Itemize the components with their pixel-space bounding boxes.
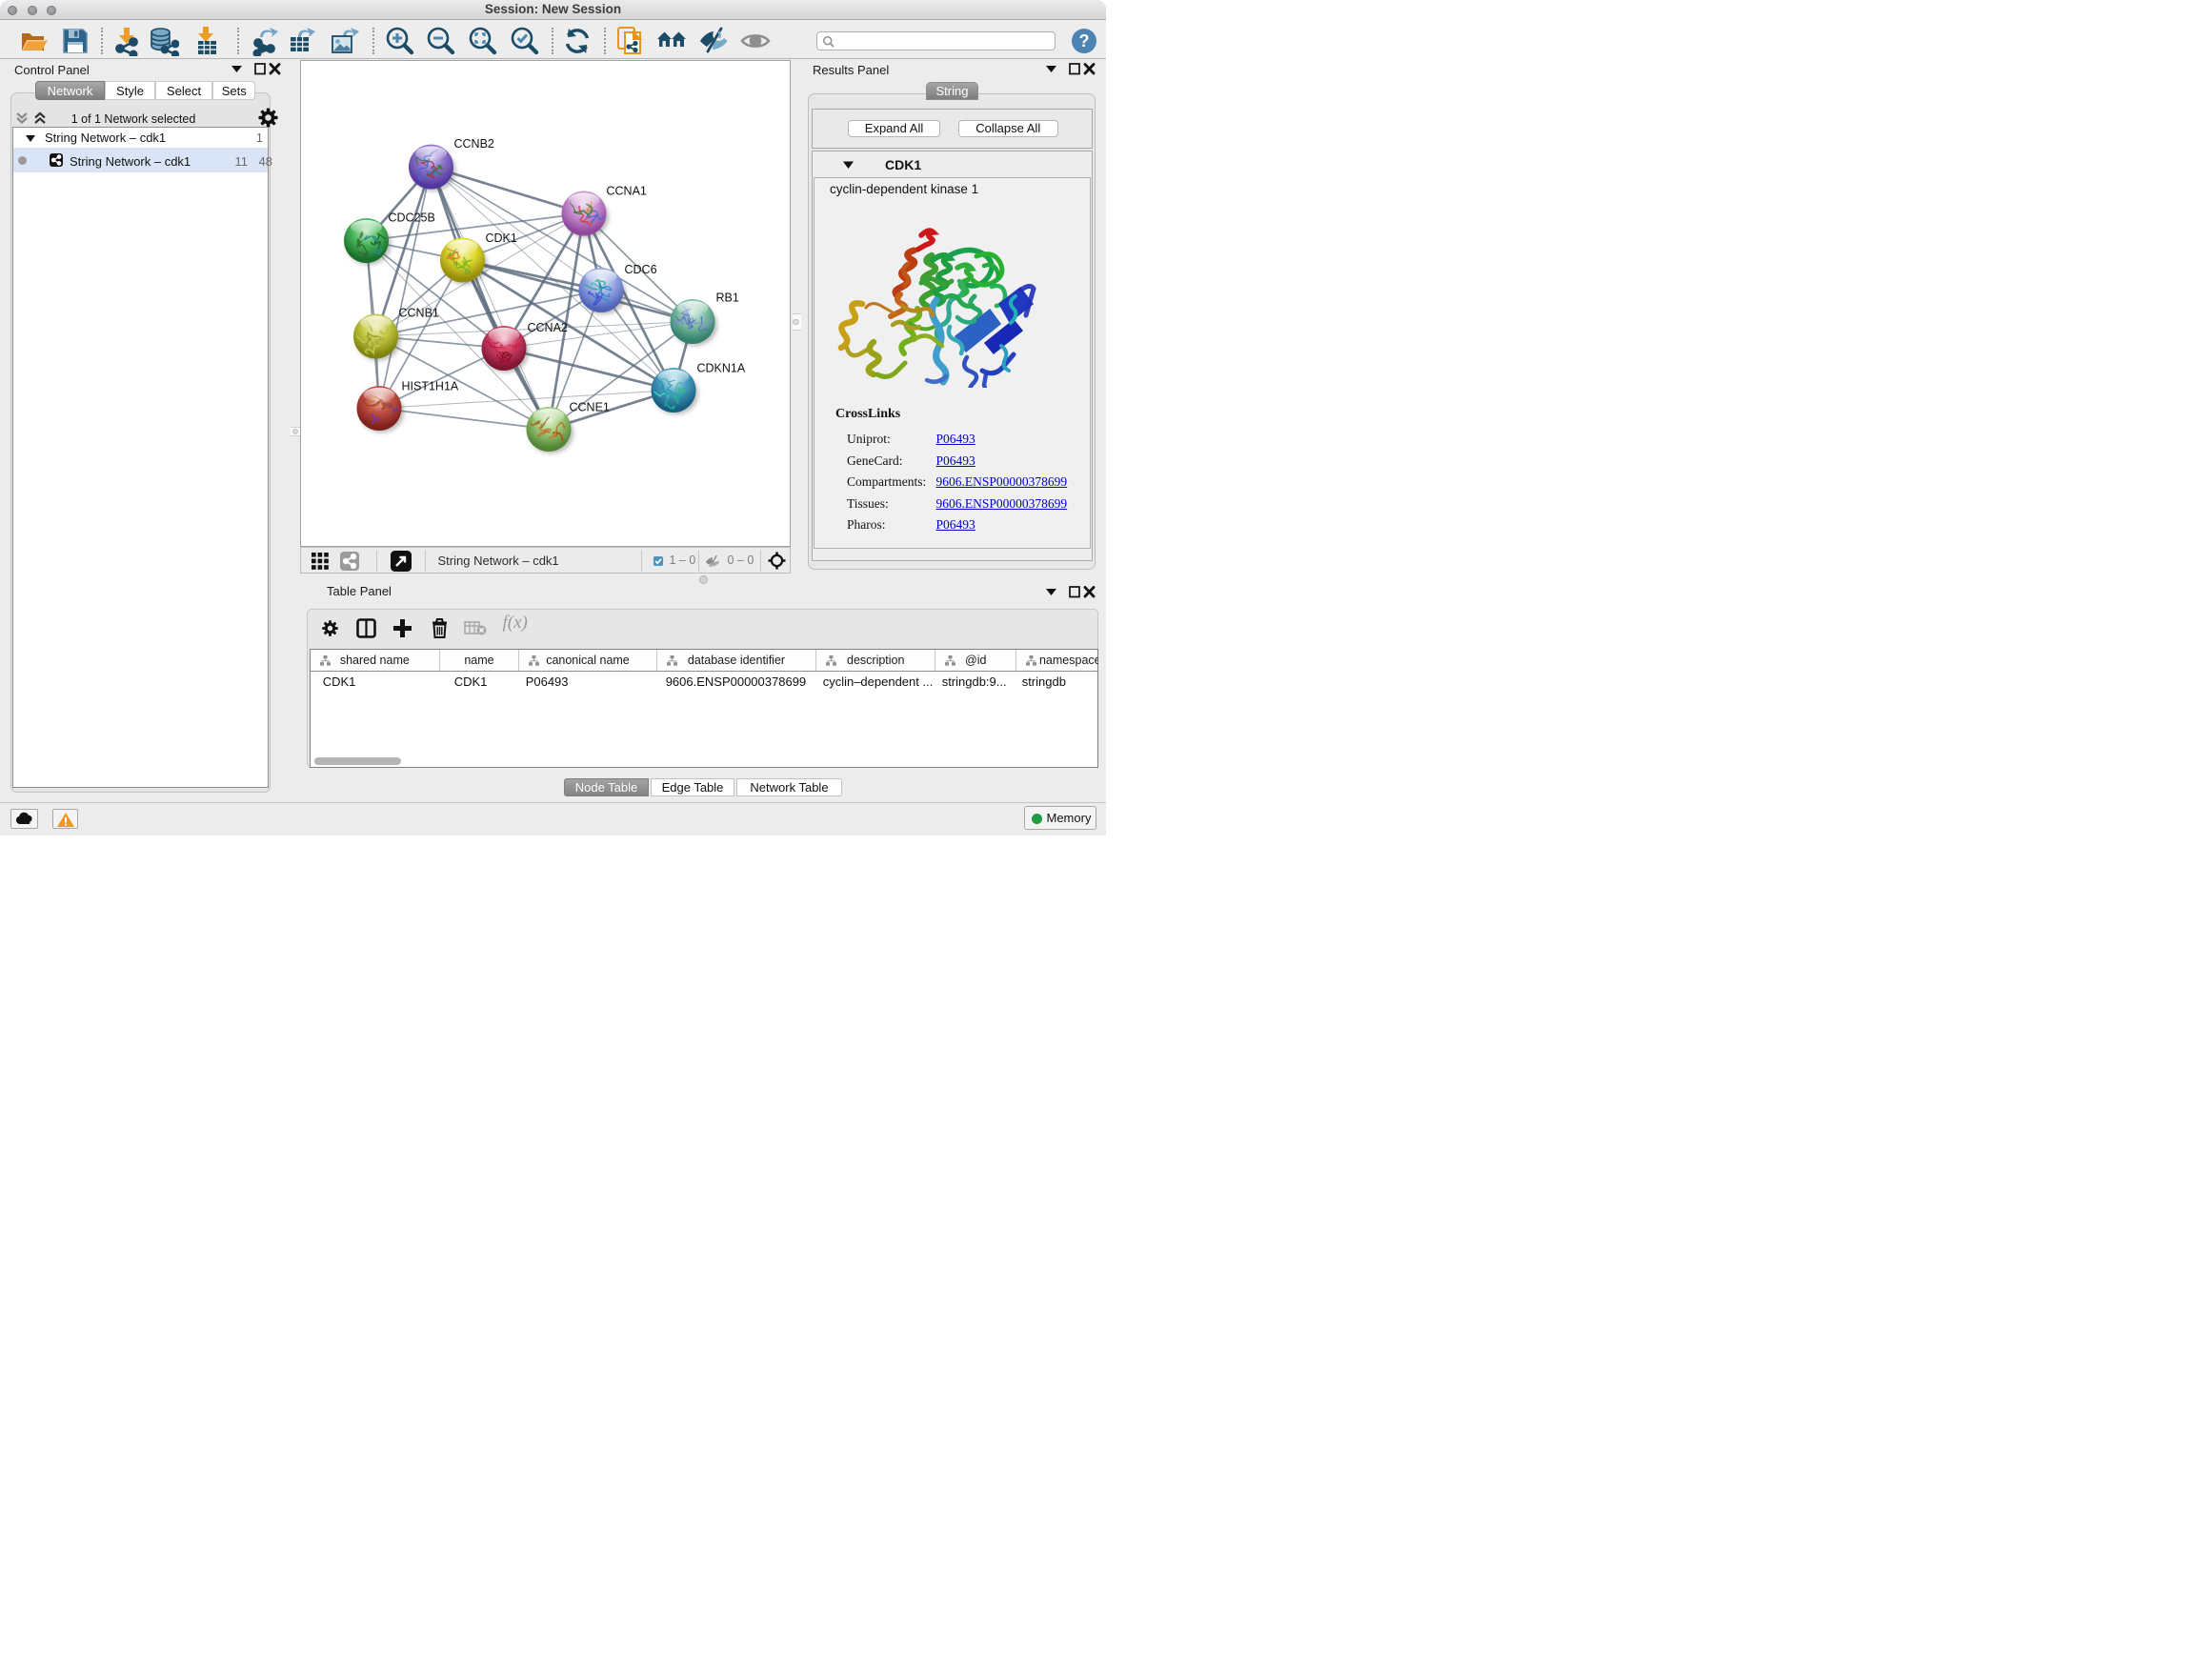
svg-text:CCNB1: CCNB1 [398, 306, 438, 319]
svg-text:CCNB2: CCNB2 [453, 137, 493, 151]
svg-text:?: ? [1079, 31, 1090, 50]
svg-text:CDC6: CDC6 [624, 263, 656, 276]
svg-text:CDC25B: CDC25B [388, 211, 434, 224]
svg-text:CCNA2: CCNA2 [527, 321, 567, 334]
svg-text:HIST1H1A: HIST1H1A [401, 379, 458, 393]
svg-text:CCNA1: CCNA1 [606, 184, 646, 197]
svg-text:CDKN1A: CDKN1A [696, 361, 745, 374]
svg-text:RB1: RB1 [715, 291, 738, 304]
svg-text:CCNE1: CCNE1 [569, 400, 609, 413]
svg-text:CDK1: CDK1 [485, 232, 516, 245]
